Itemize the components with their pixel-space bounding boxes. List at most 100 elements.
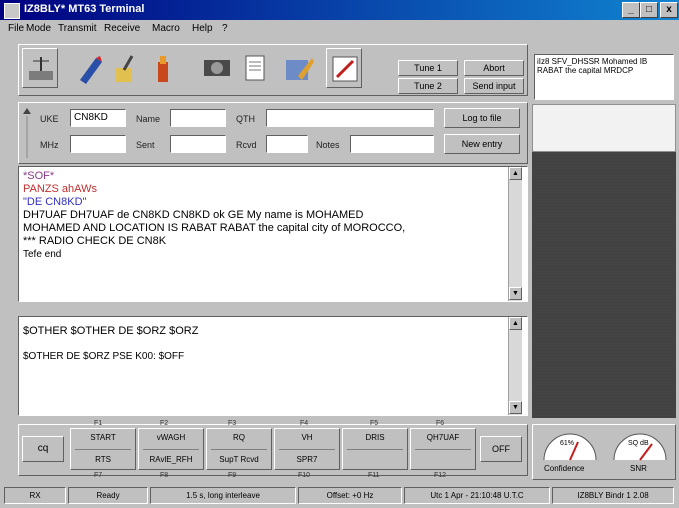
notepad-icon: [245, 55, 265, 81]
rx-line: MOHAMED AND LOCATION IS RABAT RABAT the …: [23, 222, 406, 234]
app-icon: [4, 3, 20, 19]
receive-text-area[interactable]: *SOF* PANZS ahAWs "DE CN8KD" DH7UAF DH7U…: [18, 166, 528, 302]
macro-bottom-label: SPR7: [296, 455, 318, 464]
macro-button-3[interactable]: RQ SupT Rcvd: [206, 428, 272, 470]
menu-about[interactable]: ?: [222, 23, 228, 34]
rcvd-field[interactable]: [266, 135, 308, 153]
macro-top-label: DRIS: [365, 433, 385, 442]
fkey-number: F4: [300, 420, 309, 427]
mhz-field[interactable]: [70, 135, 126, 153]
maximize-button[interactable]: □: [640, 2, 658, 18]
macro-top-label: QH7UAF: [426, 433, 460, 442]
settings-icon: [286, 58, 314, 80]
macro-button-6[interactable]: QH7UAF: [410, 428, 476, 470]
menu-mode[interactable]: Mode: [26, 23, 51, 34]
status-version: IZ8BLY Bindr 1 2.08: [552, 487, 674, 504]
snr-label: SNR: [630, 464, 647, 473]
tool-fire[interactable]: [146, 48, 182, 88]
new-entry-button[interactable]: New entry: [444, 134, 520, 154]
status-time: Utc 1 Apr - 21:10:48 U.T.C: [404, 487, 550, 504]
window-title: IZ8BLY* MT63 Terminal: [24, 3, 145, 15]
rcvd-label: Rcvd: [236, 140, 257, 150]
panel-collapse-icon[interactable]: [22, 106, 32, 160]
status-mode: RX: [4, 487, 66, 504]
camera-icon: [204, 60, 230, 76]
fkey-number: F1: [94, 420, 103, 427]
scroll-up-icon[interactable]: ▲: [509, 167, 522, 180]
waterfall-display[interactable]: [532, 152, 676, 418]
off-button[interactable]: OFF: [480, 436, 522, 462]
rx-line: PANZS ahAWs: [23, 183, 97, 195]
macro-top-label: START: [90, 433, 116, 442]
pencil-icon: [80, 56, 102, 84]
fkey-number: F6: [436, 420, 445, 427]
notes-field[interactable]: [350, 135, 434, 153]
abort-button[interactable]: Abort: [464, 60, 524, 76]
macro-button-4[interactable]: VH SPR7: [274, 428, 340, 470]
tx-icon: [332, 56, 358, 82]
menu-bar: File Mode Transmit Receive Macro Help ?: [0, 20, 679, 38]
fkey-number: F11: [368, 472, 380, 479]
transmit-text-area[interactable]: $OTHER $OTHER DE $ORZ $ORZ $OTHER DE $OR…: [18, 316, 528, 416]
rx-line: *** RADIO CHECK DE CN8K: [23, 235, 167, 247]
name-label: Name: [136, 114, 161, 124]
tx-line: $OTHER $OTHER DE $ORZ $ORZ: [23, 325, 199, 337]
tool-camera[interactable]: [198, 48, 234, 88]
macro-bottom-label: RTS: [95, 455, 111, 464]
name-field[interactable]: [170, 109, 226, 127]
fkey-number: F12: [434, 472, 447, 479]
macro-bottom-label: RAvlE_RFH: [149, 455, 193, 464]
tool-edit[interactable]: [72, 48, 108, 88]
macro-button-2[interactable]: vWAGH RAvlE_RFH: [138, 428, 204, 470]
confidence-value: 61%: [560, 440, 575, 447]
callsign-info-box: iIz8 SFV_DHSSR Mohamed IB RABAT the capi…: [534, 54, 674, 100]
uke-field[interactable]: CN8KD: [70, 109, 126, 127]
tune1-button[interactable]: Tune 1: [398, 60, 458, 76]
qth-field[interactable]: [266, 109, 434, 127]
fkey-number: F2: [160, 420, 169, 427]
scroll-down-icon[interactable]: ▼: [509, 287, 522, 300]
macro-top-label: RQ: [233, 433, 245, 442]
scroll-up-icon[interactable]: ▲: [509, 317, 522, 330]
send-input-button[interactable]: Send input: [464, 78, 524, 94]
receive-scrollbar[interactable]: ▲ ▼: [508, 167, 522, 301]
snr-meter: SQ dB SNR: [608, 430, 672, 476]
fkey-number: F7: [94, 472, 103, 479]
menu-file[interactable]: File: [8, 23, 24, 34]
tune2-button[interactable]: Tune 2: [398, 78, 458, 94]
minimize-button[interactable]: _: [622, 2, 640, 18]
transmit-scrollbar[interactable]: ▲ ▼: [508, 317, 522, 415]
cq-button[interactable]: cq: [22, 436, 64, 462]
tx-line: $OTHER DE $ORZ PSE K00: $OFF: [23, 351, 185, 362]
rx-line: Tefe end: [23, 249, 62, 260]
tool-tx[interactable]: [326, 48, 362, 88]
menu-help[interactable]: Help: [192, 23, 213, 34]
macro-button-5[interactable]: DRIS: [342, 428, 408, 470]
mhz-label: MHz: [40, 140, 59, 150]
macro-button-1[interactable]: START RTS: [70, 428, 136, 470]
status-offset: Offset: +0 Hz: [298, 487, 402, 504]
fkey-number: F8: [160, 472, 169, 479]
scroll-down-icon[interactable]: ▼: [509, 401, 522, 414]
app-window: IZ8BLY* MT63 Terminal _ □ x File Mode Tr…: [0, 0, 679, 508]
tool-clear[interactable]: [108, 48, 144, 88]
rx-line: DH7UAF DH7UAF de CN8KD CN8KD ok GE My na…: [23, 209, 364, 221]
fkey-number: F3: [228, 420, 237, 427]
confidence-label: Confidence: [544, 464, 585, 473]
menu-macro[interactable]: Macro: [152, 23, 180, 34]
macro-top-label: VH: [301, 433, 313, 442]
log-to-file-button[interactable]: Log to file: [444, 108, 520, 128]
close-button[interactable]: x: [660, 2, 678, 18]
menu-receive[interactable]: Receive: [104, 23, 140, 34]
brush-icon: [116, 55, 134, 82]
tool-spec[interactable]: [22, 48, 58, 88]
fkey-number: F9: [228, 472, 237, 479]
macro-top-label: vWAGH: [156, 433, 186, 442]
menu-transmit[interactable]: Transmit: [58, 23, 97, 34]
sent-field[interactable]: [170, 135, 226, 153]
antenna-icon: [29, 57, 53, 80]
tool-notes[interactable]: [238, 48, 274, 88]
spectrum-display[interactable]: [532, 104, 676, 152]
tool-settings[interactable]: [280, 48, 316, 88]
fkey-number: F5: [370, 420, 379, 427]
